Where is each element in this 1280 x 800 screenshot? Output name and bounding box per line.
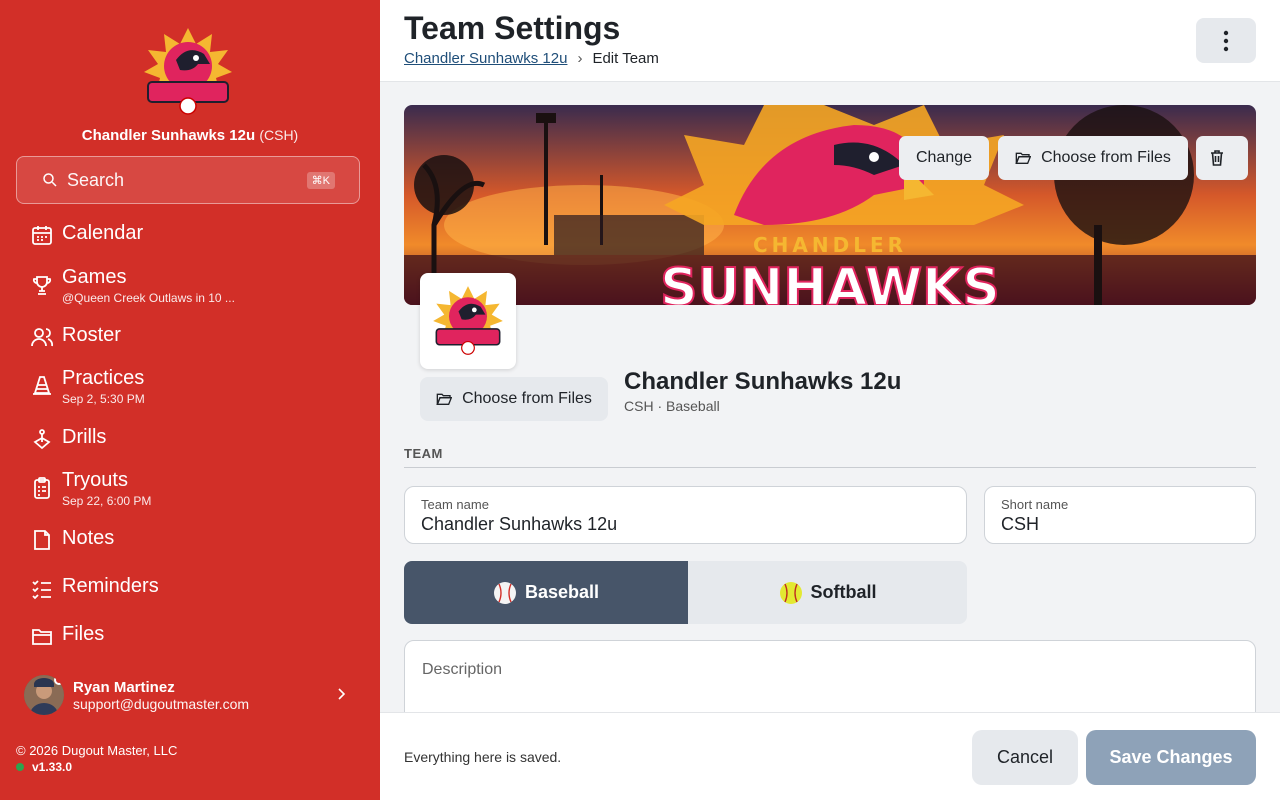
nav-label: Games — [62, 266, 127, 288]
sidebar-item-roster[interactable]: Roster — [30, 323, 121, 349]
team-logo — [144, 28, 232, 115]
sidebar-item-games[interactable]: Games @Queen Creek Outlaws in 10 ... — [30, 265, 235, 305]
checklist-icon — [32, 580, 51, 600]
sport-option-softball[interactable]: Softball — [688, 561, 967, 624]
team-meta: CSH · Baseball — [624, 398, 720, 414]
team-name-label: Team name — [421, 497, 489, 512]
nav-label: Reminders — [62, 575, 159, 597]
banner-image: CHANDLER SUNHAWKS — [404, 105, 1256, 305]
folder-open-icon — [1015, 152, 1032, 164]
nav-label: Practices — [62, 367, 145, 389]
version: v1.33.0 — [16, 760, 72, 774]
sidebar-item-tryouts[interactable]: Tryouts Sep 22, 6:00 PM — [30, 468, 151, 508]
team-name-field[interactable]: Team name Chandler Sunhawks 12u — [404, 486, 967, 544]
section-label-team: TEAM — [404, 446, 443, 461]
action-bar: Everything here is saved. Cancel Save Ch… — [380, 712, 1280, 800]
sidebar-item-files[interactable]: Files — [30, 622, 104, 648]
team-name-text: Chandler Sunhawks 12u — [81, 127, 256, 144]
sidebar-item-drills[interactable]: Drills — [30, 425, 106, 451]
copyright: © 2026 Dugout Master, LLC — [16, 743, 178, 758]
folder-open-icon — [436, 393, 453, 405]
trophy-icon — [32, 276, 52, 295]
nav-sublabel: Sep 2, 5:30 PM — [62, 392, 145, 406]
description-field[interactable]: Description — [404, 640, 1256, 712]
save-changes-button[interactable]: Save Changes — [1086, 730, 1256, 785]
search-shortcut: ⌘K — [306, 171, 335, 189]
breadcrumb-team-link[interactable]: Chandler Sunhawks 12u — [404, 50, 567, 67]
cancel-button[interactable]: Cancel — [972, 730, 1078, 785]
logo-choose-files-button[interactable]: Choose from Files — [420, 377, 608, 421]
banner-text-top: CHANDLER — [753, 233, 907, 257]
sidebar-item-calendar[interactable]: Calendar — [30, 221, 143, 247]
sport-toggle: Baseball Softball — [404, 561, 967, 624]
delete-banner-button[interactable] — [1196, 136, 1248, 180]
team-heading: Chandler Sunhawks 12u — [624, 368, 902, 395]
calendar-icon — [32, 226, 52, 245]
nav-label: Drills — [62, 426, 107, 448]
change-banner-button[interactable]: Change — [899, 136, 989, 180]
sport-label: Baseball — [524, 582, 600, 602]
team-logo-card[interactable] — [420, 273, 516, 369]
search-label: Search — [67, 169, 125, 190]
sidebar-item-practices[interactable]: Practices Sep 2, 5:30 PM — [30, 366, 145, 406]
description-placeholder: Description — [422, 661, 503, 678]
sport-label: Softball — [810, 582, 877, 602]
note-icon — [34, 530, 50, 550]
chevron-right-icon — [338, 688, 346, 700]
drill-icon — [33, 429, 51, 450]
nav-sublabel: Sep 22, 6:00 PM — [62, 494, 152, 508]
choose-files-label: Choose from Files — [462, 390, 592, 407]
avatar — [24, 675, 64, 715]
sport-option-baseball[interactable]: Baseball — [404, 561, 688, 624]
sidebar-team-name[interactable]: Chandler Sunhawks 12u (CSH) — [0, 127, 380, 144]
breadcrumb-current: Edit Team — [592, 50, 659, 67]
clipboard-icon — [34, 477, 50, 499]
search-icon — [43, 173, 57, 187]
nav-label: Notes — [62, 527, 115, 549]
breadcrumb-separator: › — [577, 50, 583, 67]
more-options-button[interactable] — [1196, 18, 1256, 63]
sidebar-item-notes[interactable]: Notes — [30, 526, 114, 552]
softball-icon — [779, 581, 802, 604]
page-header: Team Settings Chandler Sunhawks 12u › Ed… — [380, 0, 1280, 82]
save-status: Everything here is saved. — [404, 749, 562, 765]
version-status-dot — [16, 763, 24, 771]
users-icon — [31, 328, 54, 347]
user-menu[interactable]: Ryan Martinez support@dugoutmaster.com — [24, 674, 354, 716]
team-banner: CHANDLER SUNHAWKS Change Choose from Fil… — [404, 105, 1256, 305]
status-dot — [54, 675, 64, 685]
folder-icon — [32, 629, 52, 645]
short-name-label: Short name — [1001, 497, 1069, 512]
trash-icon — [1211, 150, 1223, 166]
nav-label: Tryouts — [62, 469, 128, 491]
page-title: Team Settings — [404, 10, 621, 46]
change-label: Change — [915, 149, 973, 166]
banner-choose-files-button[interactable]: Choose from Files — [998, 136, 1188, 180]
team-abbr-text: (CSH) — [259, 127, 299, 143]
sidebar-item-reminders[interactable]: Reminders — [30, 574, 159, 600]
breadcrumb: Chandler Sunhawks 12u › Edit Team — [404, 50, 659, 67]
sidebar: Chandler Sunhawks 12u (CSH) Search ⌘K Ca… — [0, 0, 380, 800]
baseball-icon — [493, 581, 516, 604]
nav-sublabel: @Queen Creek Outlaws in 10 ... — [62, 291, 235, 305]
short-name-field[interactable]: Short name CSH — [984, 486, 1256, 544]
choose-files-label: Choose from Files — [1041, 149, 1171, 166]
nav-label: Files — [62, 623, 105, 645]
team-name-value: Chandler Sunhawks 12u — [421, 514, 618, 534]
version-text: v1.33.0 — [32, 760, 73, 774]
banner-text-bottom: SUNHAWKS — [660, 258, 1000, 305]
team-logo-small — [433, 286, 503, 355]
cone-icon — [33, 376, 51, 395]
more-vertical-icon — [1223, 30, 1229, 51]
section-divider — [404, 467, 1256, 468]
user-email: support@dugoutmaster.com — [73, 695, 250, 712]
search-input[interactable]: Search ⌘K — [16, 156, 360, 204]
main-content: CHANDLER SUNHAWKS Change Choose from Fil… — [380, 82, 1280, 712]
nav-label: Roster — [62, 324, 121, 346]
nav-label: Calendar — [62, 222, 144, 244]
user-name: Ryan Martinez — [73, 678, 175, 696]
short-name-value: CSH — [1001, 514, 1040, 534]
